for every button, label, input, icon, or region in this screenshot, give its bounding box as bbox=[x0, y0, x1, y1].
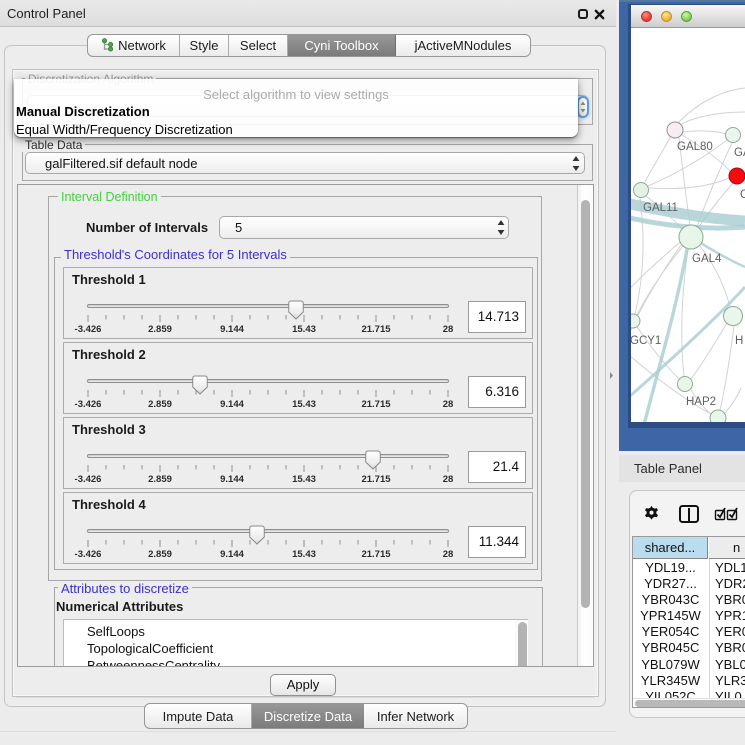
svg-text:HAP2: HAP2 bbox=[686, 396, 716, 408]
svg-text:GAL4: GAL4 bbox=[692, 253, 722, 265]
svg-text:GA: GA bbox=[734, 147, 745, 159]
svg-text:GAL80: GAL80 bbox=[677, 141, 713, 153]
svg-text:GCY1: GCY1 bbox=[631, 335, 661, 347]
svg-text:C: C bbox=[740, 189, 745, 201]
svg-text:GAL11: GAL11 bbox=[643, 202, 678, 214]
svg-text:H: H bbox=[735, 335, 743, 347]
